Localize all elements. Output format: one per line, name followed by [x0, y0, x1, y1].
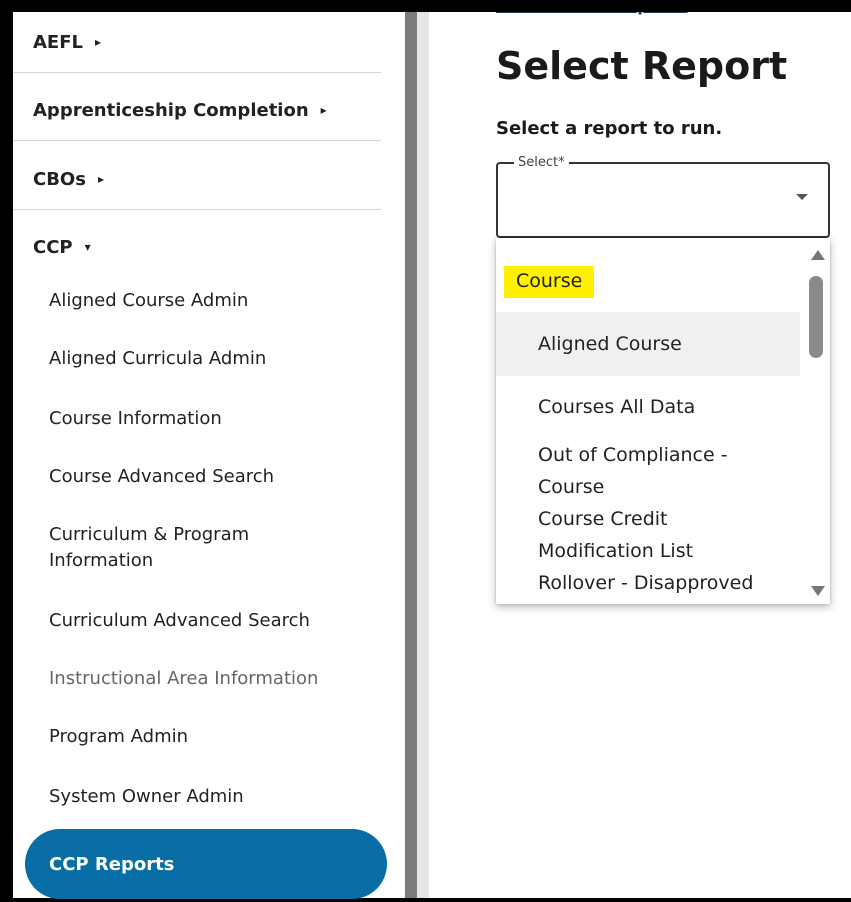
sidebar-nav: AEFL ▸ Apprenticeship Completion ▸ CBOs …: [13, 12, 405, 899]
window-frame-left: [0, 0, 13, 902]
report-select[interactable]: Select*: [496, 155, 830, 238]
sidebar-subitem-course-advanced-search[interactable]: Course Advanced Search: [49, 464, 379, 490]
sidebar-item-cbos[interactable]: CBOs ▸: [13, 145, 381, 213]
option-aligned-course[interactable]: Aligned Course: [496, 312, 800, 376]
sidebar-subitem-aligned-course-admin[interactable]: Aligned Course Admin: [49, 288, 379, 314]
sidebar-item-ccp-reports-active[interactable]: CCP Reports: [25, 829, 387, 899]
sidebar-item-aefl[interactable]: AEFL ▸: [13, 8, 381, 76]
option-course-credit[interactable]: Course Credit: [496, 503, 800, 535]
caret-down-icon: ▾: [84, 240, 91, 254]
sidebar-item-label: AEFL: [33, 31, 83, 53]
page-subtitle: Select a report to run.: [496, 118, 723, 139]
option-courses-all-data[interactable]: Courses All Data: [496, 391, 800, 423]
sidebar-item-label: CCP: [33, 236, 73, 258]
sidebar-splitter[interactable]: [405, 12, 417, 898]
page-title: Select Report: [496, 44, 788, 88]
divider: [13, 72, 381, 73]
sidebar-item-apprenticeship-completion[interactable]: Apprenticeship Completion ▸: [13, 76, 381, 144]
sidebar-subitem-aligned-curricula-admin[interactable]: Aligned Curricula Admin: [49, 346, 379, 372]
dropdown-scrollbar[interactable]: [808, 244, 825, 598]
sidebar-item-label: Apprenticeship Completion: [33, 99, 309, 121]
sidebar-subitem-instructional-area-information[interactable]: Instructional Area Information: [49, 666, 379, 692]
sidebar-item-label: CCP Reports: [49, 853, 175, 875]
scrollbar-thumb[interactable]: [809, 276, 823, 358]
scroll-up-icon[interactable]: [811, 250, 825, 260]
caret-right-icon: ▸: [320, 103, 327, 117]
sidebar-subitem-course-information[interactable]: Course Information: [49, 406, 379, 432]
sidebar-subitem-program-admin[interactable]: Program Admin: [49, 724, 379, 750]
report-dropdown-list[interactable]: Course Aligned Course Courses All Data O…: [496, 238, 830, 604]
sidebar-subitem-curriculum-program-information[interactable]: Curriculum & Program Information: [49, 522, 309, 574]
divider: [13, 140, 381, 141]
sidebar-item-label: CBOs: [33, 168, 86, 190]
option-group-course: Course: [504, 266, 595, 298]
caret-right-icon: ▸: [97, 172, 104, 186]
sidebar-item-ccp[interactable]: CCP ▾: [13, 213, 381, 281]
chevron-down-icon: [796, 194, 808, 200]
select-label: Select*: [514, 155, 569, 170]
sidebar-subitem-curriculum-advanced-search[interactable]: Curriculum Advanced Search: [49, 608, 379, 634]
scroll-down-icon[interactable]: [811, 586, 825, 596]
caret-right-icon: ▸: [95, 35, 102, 49]
option-modification-list[interactable]: Modification List: [496, 535, 800, 567]
divider: [13, 209, 381, 210]
option-out-of-compliance-course[interactable]: Out of Compliance - Course: [496, 439, 786, 503]
main-panel-border: [417, 12, 429, 898]
sidebar-subitem-system-owner-admin[interactable]: System Owner Admin: [49, 784, 379, 810]
option-rollover-disapproved[interactable]: Rollover - Disapproved: [496, 567, 800, 599]
